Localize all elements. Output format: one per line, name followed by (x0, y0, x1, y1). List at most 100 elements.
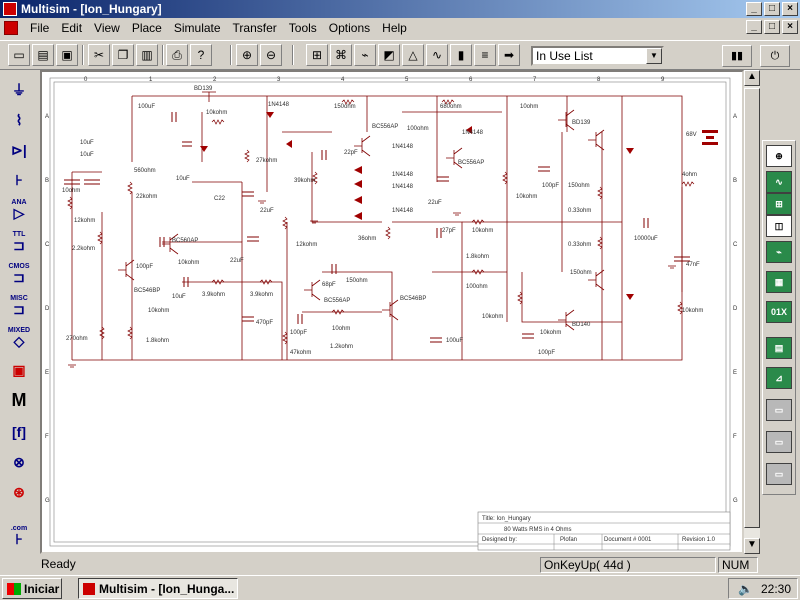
menu-place[interactable]: Place (126, 21, 168, 35)
menu-transfer[interactable]: Transfer (227, 21, 283, 35)
in-use-list-select[interactable]: In Use List ▼ (531, 46, 664, 66)
basic-components-icon[interactable]: ⌇ (4, 106, 34, 133)
menu-options[interactable]: Options (323, 21, 376, 35)
misc-icon[interactable]: M (4, 386, 34, 413)
component-toolbar-icon[interactable]: ⊞ (306, 44, 328, 66)
distortion-analyzer-icon[interactable]: ⊿ (766, 367, 792, 389)
doc-close-button[interactable]: × (782, 20, 798, 34)
schematic-label: 10kohm (482, 314, 503, 320)
grapher-icon[interactable]: ⌁ (354, 44, 376, 66)
doc-restore-button[interactable]: □ (764, 20, 780, 34)
save-icon[interactable]: ▣ (56, 44, 78, 66)
schematic-label: 0.33ohm (568, 242, 591, 248)
network-analyzer-icon[interactable]: ▭ (766, 431, 792, 453)
waveform-icon[interactable]: ∿ (426, 44, 448, 66)
document-icon[interactable] (4, 21, 18, 35)
diodes-icon[interactable]: ⊳| (4, 136, 34, 163)
oscilloscope-icon[interactable]: ◫ (766, 215, 792, 237)
schematic-label: 10kohm (472, 228, 493, 234)
schematic-label: BC556AP (372, 124, 398, 130)
start-button[interactable]: Iniciar (2, 578, 62, 599)
maximize-button[interactable]: □ (764, 2, 780, 16)
cmos-icon[interactable]: CMOS ⊐ (4, 260, 34, 287)
volume-icon[interactable]: 🔈 (738, 582, 753, 596)
transfer-arrow-icon[interactable]: ➡ (498, 44, 520, 66)
indicators-icon[interactable]: ▣ (4, 356, 34, 383)
row-tick: C (733, 242, 738, 248)
multimeter-icon[interactable]: ⊕ (766, 145, 792, 167)
schematic-label: BC556AP (458, 160, 484, 166)
mixed-icon[interactable]: MIXED ◇ (4, 324, 34, 351)
schematic-label: 10kohm (178, 260, 199, 266)
schematic-label: 27pF (442, 228, 456, 234)
schematic-label: BC556AP (324, 298, 350, 304)
doc-minimize-button[interactable]: _ (746, 20, 762, 34)
chip-icon[interactable]: ▮ (450, 44, 472, 66)
spectrum-analyzer-icon[interactable]: ▭ (766, 399, 792, 421)
menu-tools[interactable]: Tools (283, 21, 323, 35)
bode-plotter-icon[interactable]: ⌁ (766, 241, 792, 263)
electromechanical-icon[interactable]: ⊛ (4, 478, 34, 505)
help-icon[interactable]: ? (190, 44, 212, 66)
schematic-workspace[interactable]: 0 1 2 3 4 5 6 7 8 9 A B C D E F G A B C … (40, 70, 744, 554)
schematic-label: 10kohm (540, 330, 561, 336)
menu-edit[interactable]: Edit (55, 21, 88, 35)
zoom-out-icon[interactable]: ⊖ (260, 44, 282, 66)
menu-view[interactable]: View (88, 21, 126, 35)
schematic-label: 22kohm (136, 194, 157, 200)
list-icon[interactable]: ≡ (474, 44, 496, 66)
new-file-icon[interactable]: ▭ (8, 44, 30, 66)
open-folder-icon[interactable]: ▤ (32, 44, 54, 66)
analog-ics-icon[interactable]: ANA ▷ (4, 196, 34, 223)
schematic-label: 100pF (538, 350, 555, 356)
function-generator-icon[interactable]: ∿ (766, 171, 792, 193)
menu-help[interactable]: Help (376, 21, 413, 35)
cut-icon[interactable]: ✂ (88, 44, 110, 66)
paste-icon[interactable]: ▥ (136, 44, 158, 66)
ttl-icon[interactable]: TTL ⊐ (4, 228, 34, 255)
windows-logo-icon (7, 582, 21, 595)
close-button[interactable]: × (782, 2, 798, 16)
title-block-designer: Plofan (560, 537, 577, 543)
minimize-button[interactable]: _ (746, 2, 762, 16)
word-generator-icon[interactable]: ▦ (766, 271, 792, 293)
dotcom-parts-icon[interactable]: .com ⊦ (4, 522, 34, 549)
print-icon[interactable]: ⎙ (166, 44, 188, 66)
row-tick: D (45, 306, 50, 312)
scroll-down-icon[interactable]: ▼ (744, 538, 760, 554)
run-simulation-switch[interactable]: ⏻ (760, 45, 790, 67)
wattmeter-icon[interactable]: ⊞ (766, 193, 792, 215)
logic-converter-icon[interactable]: ▤ (766, 337, 792, 359)
schematic-label: 4ohm (682, 172, 697, 178)
schematic-label: 10ohm (520, 104, 538, 110)
analysis-icon[interactable]: △ (402, 44, 424, 66)
menu-file[interactable]: File (24, 21, 55, 35)
copy-icon[interactable]: ❐ (112, 44, 134, 66)
schematic-label: 47nF (686, 262, 700, 268)
scroll-up-icon[interactable]: ▲ (744, 70, 760, 86)
controls-icon[interactable]: [f] (4, 418, 34, 445)
zoom-in-icon[interactable]: ⊕ (236, 44, 258, 66)
chevron-down-icon[interactable]: ▼ (646, 48, 662, 64)
database-icon[interactable]: ⌘ (330, 44, 352, 66)
row-tick: D (733, 306, 738, 312)
sources-icon[interactable]: ⏚ (4, 76, 34, 103)
misc-digital-icon[interactable]: MISC ⊐ (4, 292, 34, 319)
transistor-symbols (118, 91, 605, 331)
transistors-icon[interactable]: ⊦ (4, 166, 34, 193)
vertical-scrollbar[interactable]: ▲ ▼ (744, 70, 760, 554)
multisim-app-icon[interactable] (3, 2, 17, 16)
rf-components-icon[interactable]: ⊗ (4, 448, 34, 475)
row-tick: G (45, 498, 50, 504)
scroll-thumb[interactable] (744, 88, 760, 528)
iv-analyzer-icon[interactable]: ▭ (766, 463, 792, 485)
menu-simulate[interactable]: Simulate (168, 21, 227, 35)
schematic-label: BC546BP (134, 288, 160, 294)
schematic-label: 150ohm (570, 270, 592, 276)
taskbar: Iniciar Multisim - [Ion_Hunga... 🔈 22:30 (0, 575, 800, 600)
pause-simulation-button[interactable]: ▮▮ (722, 45, 752, 67)
schematic-canvas[interactable]: 0 1 2 3 4 5 6 7 8 9 A B C D E F G A B C … (42, 72, 742, 552)
taskbar-multisim-item[interactable]: Multisim - [Ion_Hunga... (78, 578, 238, 599)
postprocessor-icon[interactable]: ◩ (378, 44, 400, 66)
logic-analyzer-icon[interactable]: 01X (766, 301, 792, 323)
